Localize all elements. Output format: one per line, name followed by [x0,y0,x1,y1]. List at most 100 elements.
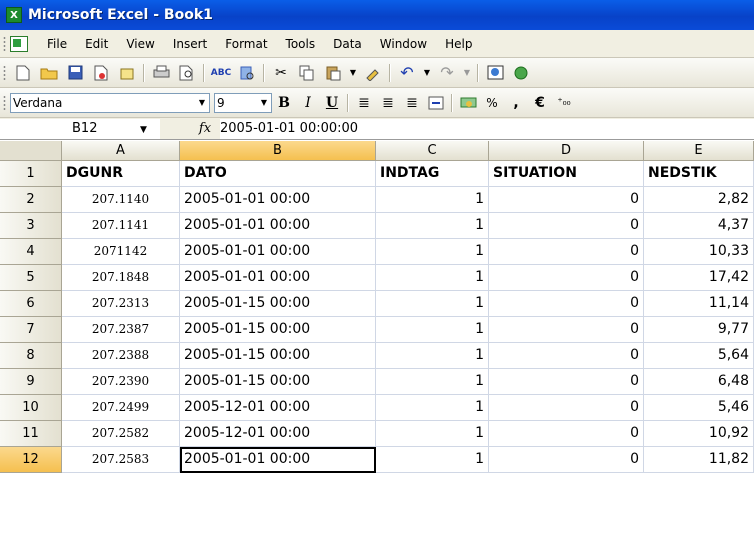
table-cell[interactable]: 2005-01-01 00:00 [180,213,376,239]
spelling-icon[interactable]: ABC [210,62,232,84]
table-cell[interactable]: 2005-01-01 00:00 [180,239,376,265]
row-header[interactable]: 3 [0,213,62,239]
cell-d1[interactable]: SITUATION [489,161,644,187]
formula-input[interactable]: 2005-01-01 00:00:00 [220,118,754,139]
row-header-selected[interactable]: 12 [0,447,62,473]
table-cell[interactable]: 207.1848 [62,265,180,291]
menu-format[interactable]: Format [216,37,276,51]
toolbar-grip[interactable] [3,35,6,52]
chevron-down-icon[interactable]: ▼ [257,94,271,112]
table-cell[interactable]: 9,77 [644,317,754,343]
table-cell[interactable]: 0 [489,187,644,213]
web-icon[interactable] [510,62,532,84]
menu-file[interactable]: File [38,37,76,51]
table-cell[interactable]: 0 [489,213,644,239]
menu-view[interactable]: View [117,37,163,51]
table-cell[interactable]: 0 [489,395,644,421]
column-header-a[interactable]: A [62,141,180,161]
increase-decimal-button[interactable]: ⁺₀₀ [553,92,575,114]
column-header-c[interactable]: C [376,141,489,161]
row-header[interactable]: 2 [0,187,62,213]
table-cell[interactable]: 1 [376,369,489,395]
column-header-e[interactable]: E [644,141,754,161]
excel-icon[interactable]: X [6,7,22,23]
table-cell[interactable]: 11,14 [644,291,754,317]
table-cell[interactable]: 5,64 [644,343,754,369]
insert-function-icon[interactable]: fx [190,121,220,136]
chevron-down-icon[interactable]: ▼ [422,62,432,84]
print-preview-icon[interactable] [176,62,198,84]
row-header[interactable]: 7 [0,317,62,343]
table-cell[interactable]: 207.2582 [62,421,180,447]
percent-style[interactable]: % [481,92,503,114]
table-cell[interactable]: 0 [489,317,644,343]
table-cell[interactable]: 6,48 [644,369,754,395]
cell-a1[interactable]: DGUNR [62,161,180,187]
row-header[interactable]: 6 [0,291,62,317]
table-cell[interactable]: 2005-12-01 00:00 [180,395,376,421]
italic-icon[interactable]: I [297,92,319,114]
redo-icon[interactable]: ↷ [436,62,458,84]
name-box[interactable]: B12 ▼ [0,118,160,139]
menu-edit[interactable]: Edit [76,37,117,51]
table-cell[interactable]: 0 [489,291,644,317]
table-cell[interactable]: 207.2499 [62,395,180,421]
table-cell[interactable]: 2,82 [644,187,754,213]
table-cell[interactable]: 17,42 [644,265,754,291]
table-cell[interactable]: 5,46 [644,395,754,421]
row-header[interactable]: 10 [0,395,62,421]
table-cell[interactable]: 1 [376,265,489,291]
table-cell[interactable]: 1 [376,421,489,447]
cut-icon[interactable]: ✂ [270,62,292,84]
table-cell[interactable]: 2005-01-01 00:00 [180,265,376,291]
menu-window[interactable]: Window [371,37,436,51]
table-cell[interactable]: 2005-01-01 00:00 [180,187,376,213]
table-cell[interactable]: 0 [489,265,644,291]
table-cell[interactable]: 0 [489,369,644,395]
table-cell[interactable]: 1 [376,213,489,239]
merge-center-icon[interactable] [425,92,447,114]
row-header[interactable]: 9 [0,369,62,395]
chevron-down-icon[interactable]: ▼ [462,62,472,84]
table-cell[interactable]: 1 [376,317,489,343]
table-cell[interactable]: 10,92 [644,421,754,447]
hyperlink-icon[interactable] [484,62,506,84]
table-cell[interactable]: 11,82 [644,447,754,473]
cell-c1[interactable]: INDTAG [376,161,489,187]
table-cell[interactable]: 1 [376,343,489,369]
open-icon[interactable] [38,62,60,84]
chevron-down-icon[interactable]: ▼ [140,125,147,135]
table-cell[interactable]: 1 [376,291,489,317]
select-all-corner[interactable] [0,141,62,161]
table-cell[interactable]: 207.1140 [62,187,180,213]
currency-icon[interactable] [457,92,479,114]
table-cell[interactable]: 0 [489,343,644,369]
bold-icon[interactable]: B [273,92,295,114]
format-painter-icon[interactable] [362,62,384,84]
research-icon[interactable] [236,62,258,84]
toolbar-grip[interactable] [3,64,6,81]
row-header[interactable]: 11 [0,421,62,447]
save-icon[interactable] [64,62,86,84]
table-cell[interactable]: 10,33 [644,239,754,265]
table-cell[interactable]: 0 [489,421,644,447]
table-cell[interactable]: 2005-12-01 00:00 [180,421,376,447]
table-cell[interactable]: 207.2388 [62,343,180,369]
menu-data[interactable]: Data [324,37,371,51]
font-size-select[interactable]: 9 ▼ [214,92,272,113]
table-cell[interactable]: 2071142 [62,239,180,265]
euro-style[interactable]: € [529,92,551,114]
table-cell[interactable]: 207.1141 [62,213,180,239]
align-right-icon[interactable]: ≣ [401,92,423,114]
title-bar[interactable]: X Microsoft Excel - Book1 [0,0,754,30]
row-header[interactable]: 8 [0,343,62,369]
column-header-d[interactable]: D [489,141,644,161]
permission-icon[interactable] [90,62,112,84]
cell-e1[interactable]: NEDSTIK [644,161,754,187]
table-cell[interactable]: 207.2313 [62,291,180,317]
column-header-b[interactable]: B [180,141,376,161]
email-icon[interactable] [116,62,138,84]
align-left-icon[interactable]: ≣ [353,92,375,114]
active-cell-b12[interactable]: 2005-01-01 00:00 [180,447,376,473]
chevron-down-icon[interactable]: ▼ [195,94,209,112]
